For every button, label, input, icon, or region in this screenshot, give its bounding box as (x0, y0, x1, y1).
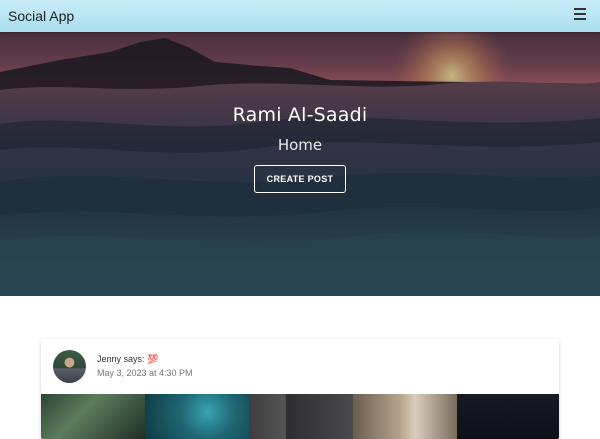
post-gallery (41, 394, 559, 439)
profile-name: Rami Al-Saadi (232, 104, 368, 126)
hamburger-menu-icon[interactable] (574, 8, 586, 20)
gallery-image-teal[interactable] (145, 394, 249, 439)
create-post-button[interactable]: CREATE POST (254, 165, 346, 193)
post-author-text: Jenny says: (97, 354, 145, 364)
gallery-image-plant[interactable] (41, 394, 145, 439)
page-subtitle: Home (277, 136, 323, 154)
gallery-image-dark-room[interactable] (249, 394, 353, 439)
avatar[interactable] (53, 350, 86, 383)
hero-banner: Rami Al-Saadi Home CREATE POST (0, 32, 600, 296)
app-brand[interactable]: Social App (8, 8, 74, 24)
post-card: Jenny says: 💯 May 3, 2023 at 4:30 PM (41, 339, 559, 439)
hero-overlay (0, 32, 600, 296)
hundred-points-emoji: 💯 (147, 354, 159, 364)
gallery-image-night[interactable] (457, 394, 559, 439)
post-author: Jenny says: 💯 (97, 354, 158, 365)
top-navbar: Social App (0, 0, 600, 32)
post-date: May 3, 2023 at 4:30 PM (97, 368, 193, 378)
gallery-image-interior[interactable] (353, 394, 457, 439)
